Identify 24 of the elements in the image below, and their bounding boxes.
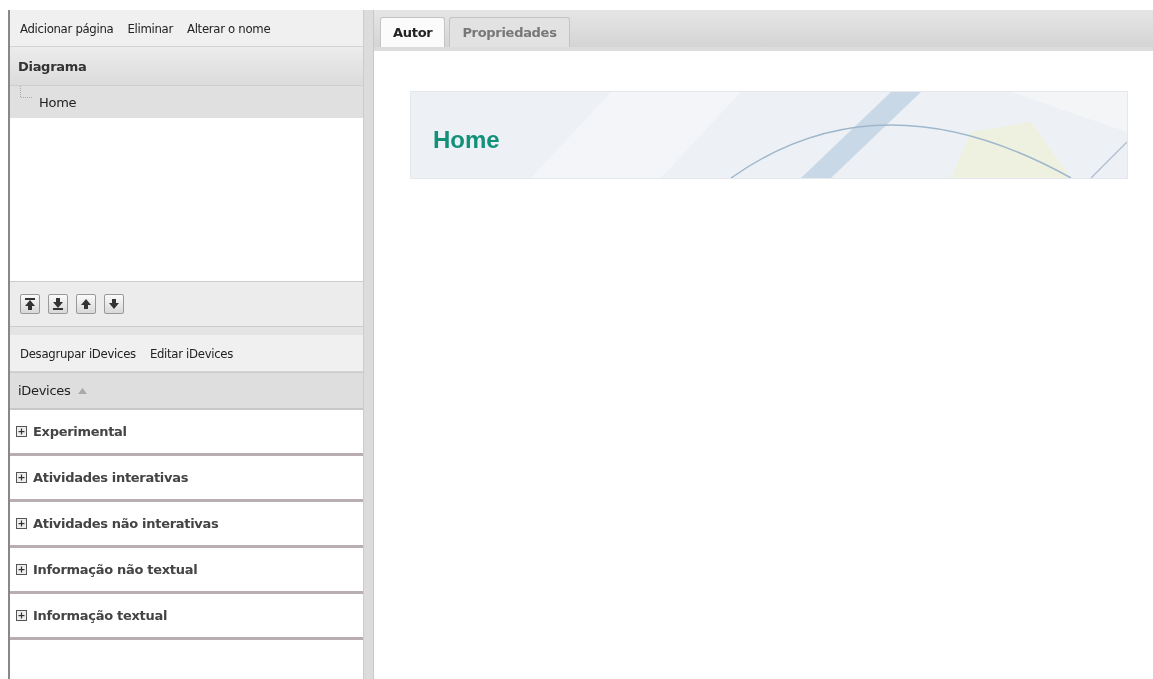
toolbar-button[interactable]: Desagrupar iDevices bbox=[20, 343, 136, 363]
tree-item[interactable]: Home bbox=[10, 86, 364, 118]
page-title: Home bbox=[432, 125, 500, 154]
group-row[interactable]: Experimental bbox=[10, 410, 364, 456]
group-row[interactable]: Informação não textual bbox=[10, 548, 364, 594]
up-arrow-icon bbox=[79, 297, 93, 311]
up-arrow-icon bbox=[23, 297, 37, 311]
toolbar-button[interactable]: Editar iDevices bbox=[149, 343, 234, 363]
group-row[interactable]: Informação textual bbox=[10, 594, 364, 640]
down-arrow-icon bbox=[107, 297, 121, 311]
toolbar-button[interactable]: Eliminar bbox=[127, 18, 173, 38]
toolbar-button[interactable]: Alterar o nome bbox=[186, 18, 271, 38]
tree-line-icon bbox=[20, 86, 33, 98]
move-up-button[interactable] bbox=[76, 294, 96, 314]
move-down-button[interactable] bbox=[104, 294, 124, 314]
move-bottom-button[interactable] bbox=[48, 294, 68, 314]
group-row[interactable]: Atividades interativas bbox=[10, 456, 364, 502]
toolbar-button[interactable]: Adicionar página bbox=[20, 18, 114, 38]
tab[interactable]: Autor bbox=[380, 17, 446, 47]
move-top-button[interactable] bbox=[20, 294, 40, 314]
panel-header: Diagrama bbox=[10, 47, 364, 86]
down-arrow-icon bbox=[51, 297, 65, 311]
column-header[interactable]: iDevices bbox=[18, 383, 71, 398]
group-row[interactable]: Atividades não interativas bbox=[10, 502, 364, 548]
